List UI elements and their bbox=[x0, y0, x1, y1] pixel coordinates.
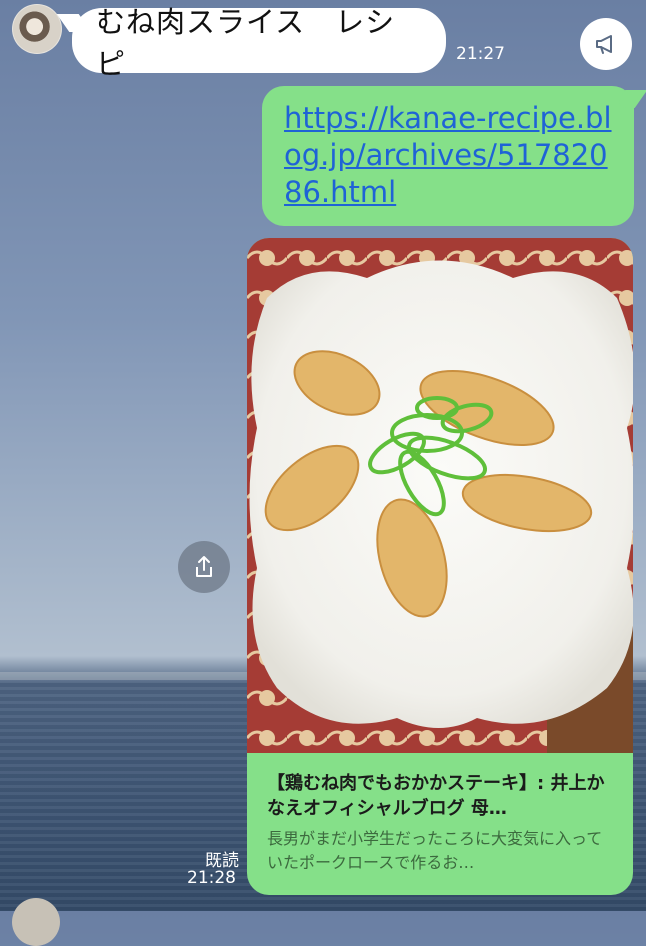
sender-avatar[interactable] bbox=[12, 4, 62, 54]
incoming-message-text: むね肉スライス レシピ bbox=[96, 4, 396, 81]
megaphone-icon bbox=[596, 35, 612, 54]
shared-url-link[interactable]: https://kanae-recipe.blog.jp/archives/51… bbox=[284, 101, 612, 209]
outgoing-link-bubble: https://kanae-recipe.blog.jp/archives/51… bbox=[262, 86, 634, 226]
share-button[interactable] bbox=[178, 541, 230, 593]
link-preview-text: 【鶏むね肉でもおかかステーキ】: 井上かなえオフィシャルブログ 母… 長男がまだ… bbox=[247, 753, 633, 895]
incoming-message-bubble[interactable]: むね肉スライス レシピ bbox=[72, 5, 446, 81]
next-message-avatar[interactable] bbox=[12, 898, 60, 946]
link-preview-card[interactable]: 【鶏むね肉でもおかかステーキ】: 井上かなえオフィシャルブログ 母… 長男がまだ… bbox=[247, 238, 633, 895]
link-preview-description: 長男がまだ小学生だったころに大変気に入っていたポークロースで作るお… bbox=[267, 829, 603, 872]
link-preview-image bbox=[247, 238, 633, 753]
incoming-message-time: 21:27 bbox=[456, 44, 505, 64]
share-upload-icon bbox=[196, 556, 212, 577]
outgoing-message-time: 21:28 bbox=[187, 868, 236, 888]
announcement-button[interactable] bbox=[580, 18, 632, 70]
link-preview-title: 【鶏むね肉でもおかかステーキ】: 井上かなえオフィシャルブログ 母… bbox=[267, 773, 605, 819]
